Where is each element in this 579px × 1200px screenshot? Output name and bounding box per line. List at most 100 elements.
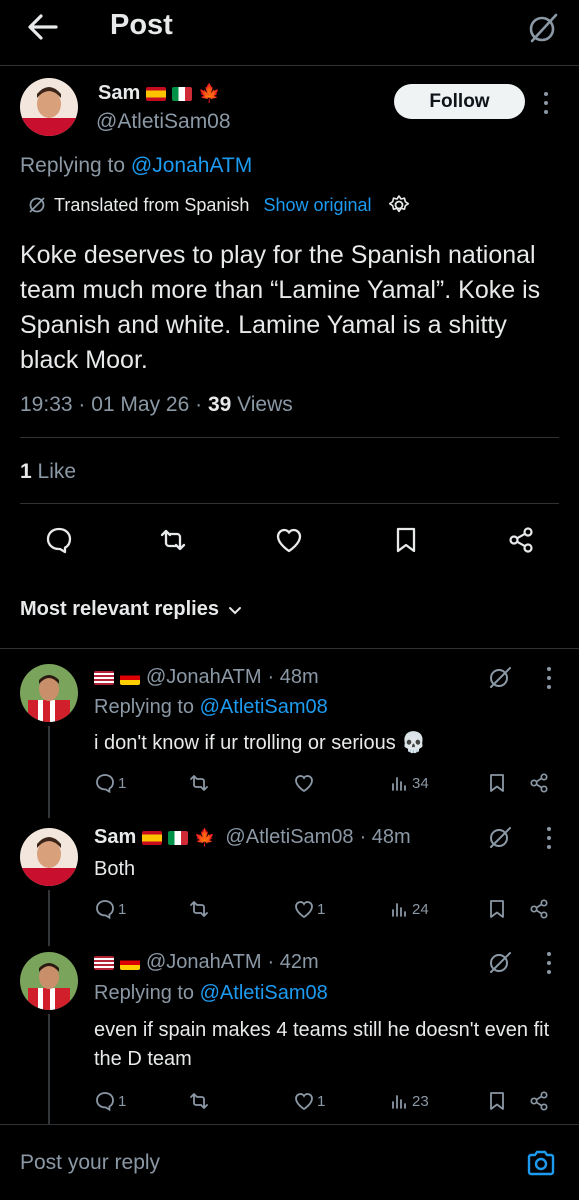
reply-time: · 48m: [359, 826, 411, 848]
bookmark-icon[interactable]: [391, 525, 421, 555]
follow-button[interactable]: Follow: [394, 84, 525, 119]
reply-button[interactable]: 1: [94, 1090, 126, 1112]
reply-text: Both: [94, 858, 136, 880]
views-button[interactable]: 23: [388, 1090, 429, 1112]
views-icon: [392, 903, 406, 917]
repost-icon: [190, 901, 208, 917]
reply-button[interactable]: 1: [94, 898, 126, 920]
like-button[interactable]: 1: [293, 898, 325, 920]
view-count: 24: [412, 900, 429, 918]
thread-line: [48, 890, 50, 946]
replying-handle-link[interactable]: @AtletiSam08: [200, 696, 328, 718]
more-vertical-icon[interactable]: [546, 827, 552, 849]
bookmark-button[interactable]: [486, 1090, 508, 1112]
reply-count: 1: [118, 900, 127, 918]
likes-label: Like: [31, 460, 77, 483]
share-icon[interactable]: [506, 525, 536, 555]
maple-leaf-icon: 🍁: [194, 827, 216, 847]
replying-handle-link[interactable]: @JonahATM: [131, 154, 252, 177]
repost-button[interactable]: [188, 772, 210, 794]
reply-handle[interactable]: @JonahATM: [146, 951, 262, 974]
reply-text: even if spain makes 4 teams still he doe…: [94, 1019, 550, 1070]
replying-to: Replying to @JonahATM: [20, 154, 252, 178]
author-handle[interactable]: @AtletiSam08: [96, 110, 231, 134]
reply-header: @JonahATM · 48m: [94, 666, 319, 689]
share-button[interactable]: [528, 898, 550, 920]
bookmark-button[interactable]: [486, 772, 508, 794]
post-meta: 19:33 · 01 May 26 · 39 Views: [20, 393, 293, 417]
replying-prefix: Replying to: [20, 154, 131, 177]
reply-count: 1: [118, 774, 127, 792]
spain-flag-icon: [146, 86, 167, 101]
likes-summary[interactable]: 1 Like: [20, 460, 76, 484]
gear-icon[interactable]: [388, 194, 410, 216]
top-bar: Post: [0, 0, 579, 66]
views-button[interactable]: 24: [388, 898, 429, 920]
author-name[interactable]: Sam 🍁: [98, 82, 221, 105]
reply-handle[interactable]: @AtletiSam08: [225, 826, 353, 849]
more-vertical-icon[interactable]: [546, 667, 552, 689]
more-vertical-icon[interactable]: [543, 92, 549, 114]
repost-button[interactable]: [188, 898, 210, 920]
repost-icon[interactable]: [158, 525, 188, 555]
share-icon: [530, 1091, 548, 1111]
thread-line: [48, 1014, 50, 1124]
camera-icon[interactable]: [525, 1147, 557, 1179]
bookmark-icon: [490, 774, 504, 792]
reply-input[interactable]: Post your reply: [20, 1151, 160, 1175]
bookmark-icon: [490, 1092, 504, 1110]
replying-prefix: Replying to: [94, 696, 200, 718]
page-title: Post: [110, 9, 173, 41]
reply-icon: [96, 774, 114, 794]
reply-time: · 48m: [267, 666, 319, 688]
grok-icon[interactable]: [487, 949, 513, 975]
reply-icon[interactable]: [44, 525, 74, 555]
author-avatar[interactable]: [20, 78, 78, 136]
repost-button[interactable]: [188, 1090, 210, 1112]
italy-flag-icon: [168, 830, 189, 845]
like-button[interactable]: 1: [293, 1090, 325, 1112]
like-icon: [295, 1093, 313, 1111]
divider: [0, 648, 579, 649]
author-name-text: Sam: [98, 82, 141, 104]
reply-button[interactable]: 1: [94, 772, 126, 794]
repost-icon: [190, 775, 208, 791]
grok-icon[interactable]: [487, 824, 513, 850]
divider: [20, 437, 559, 438]
reply-avatar[interactable]: [20, 664, 78, 722]
views-icon: [392, 777, 406, 791]
reply-text: i don't know if ur trolling or serious 💀: [94, 732, 427, 754]
like-count: 1: [317, 1092, 326, 1110]
reply-count: 1: [118, 1092, 127, 1110]
grok-icon[interactable]: [487, 664, 513, 690]
reply-composer: Post your reply: [0, 1124, 579, 1200]
views-button[interactable]: 34: [388, 772, 429, 794]
back-arrow-icon[interactable]: [26, 12, 60, 42]
divider: [20, 503, 559, 504]
share-button[interactable]: [528, 1090, 550, 1112]
reply-handle[interactable]: @JonahATM: [146, 666, 262, 689]
replies-sort-dropdown[interactable]: Most relevant replies: [20, 598, 243, 621]
reply-icon: [96, 900, 114, 920]
reply-avatar[interactable]: [20, 828, 78, 886]
like-icon[interactable]: [274, 525, 304, 555]
show-original-link[interactable]: Show original: [263, 195, 371, 216]
grok-icon[interactable]: [525, 10, 561, 46]
reply-time: · 42m: [267, 951, 319, 973]
reply-author-name[interactable]: Sam: [94, 826, 136, 849]
post-text: Koke deserves to play for the Spanish na…: [20, 241, 541, 374]
likes-count: 1: [20, 460, 32, 483]
more-vertical-icon[interactable]: [546, 952, 552, 974]
chevron-down-icon: [227, 602, 243, 618]
spain-flag-icon: [142, 830, 163, 845]
usa-flag-icon: [94, 670, 114, 685]
like-button[interactable]: [293, 772, 317, 794]
repost-icon: [190, 1093, 208, 1109]
replies-sort-label: Most relevant replies: [20, 598, 219, 620]
share-button[interactable]: [528, 772, 550, 794]
view-count: 23: [412, 1092, 429, 1110]
germany-flag-icon: [120, 670, 140, 685]
reply-avatar[interactable]: [20, 952, 78, 1010]
replying-handle-link[interactable]: @AtletiSam08: [200, 982, 328, 1004]
bookmark-button[interactable]: [486, 898, 508, 920]
